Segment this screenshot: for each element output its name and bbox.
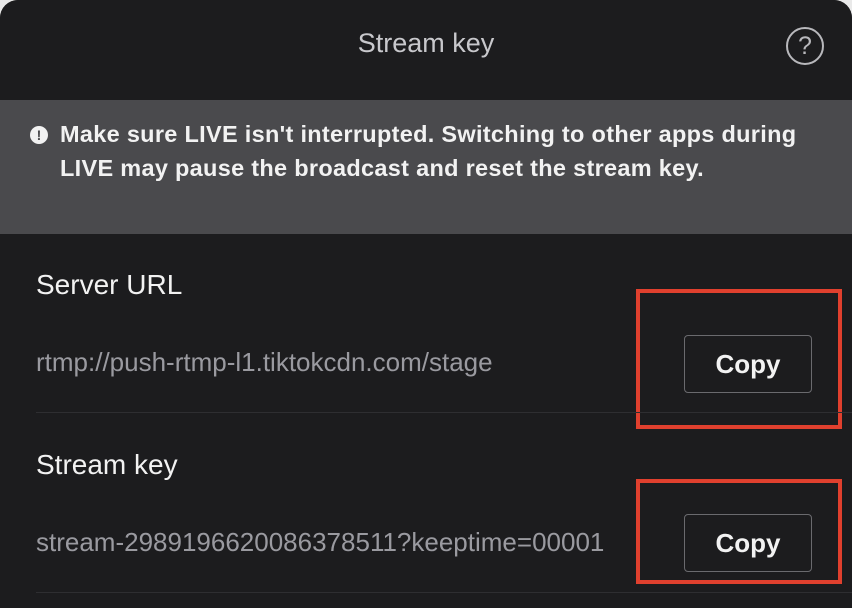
copy-server-url-button[interactable]: Copy [684, 335, 812, 393]
stream-key-value: stream-2989196620086378511?keeptime=0000… [36, 527, 605, 557]
help-icon[interactable]: ? [786, 27, 824, 65]
stream-key-panel: Stream key ? ! Make sure LIVE isn't inte… [0, 0, 852, 608]
divider [36, 592, 852, 593]
server-url-value: rtmp://push-rtmp-l1.tiktokcdn.com/stage [36, 347, 493, 377]
copy-stream-key-button[interactable]: Copy [684, 514, 812, 572]
stream-key-label: Stream key [36, 449, 178, 480]
header: Stream key ? [0, 0, 852, 96]
info-icon: ! [30, 126, 48, 144]
divider [36, 412, 852, 413]
server-url-label: Server URL [36, 269, 183, 300]
warning-banner: ! Make sure LIVE isn't interrupted. Swit… [0, 100, 852, 234]
warning-text: Make sure LIVE isn't interrupted. Switch… [60, 121, 797, 181]
page-title: Stream key [357, 28, 495, 58]
